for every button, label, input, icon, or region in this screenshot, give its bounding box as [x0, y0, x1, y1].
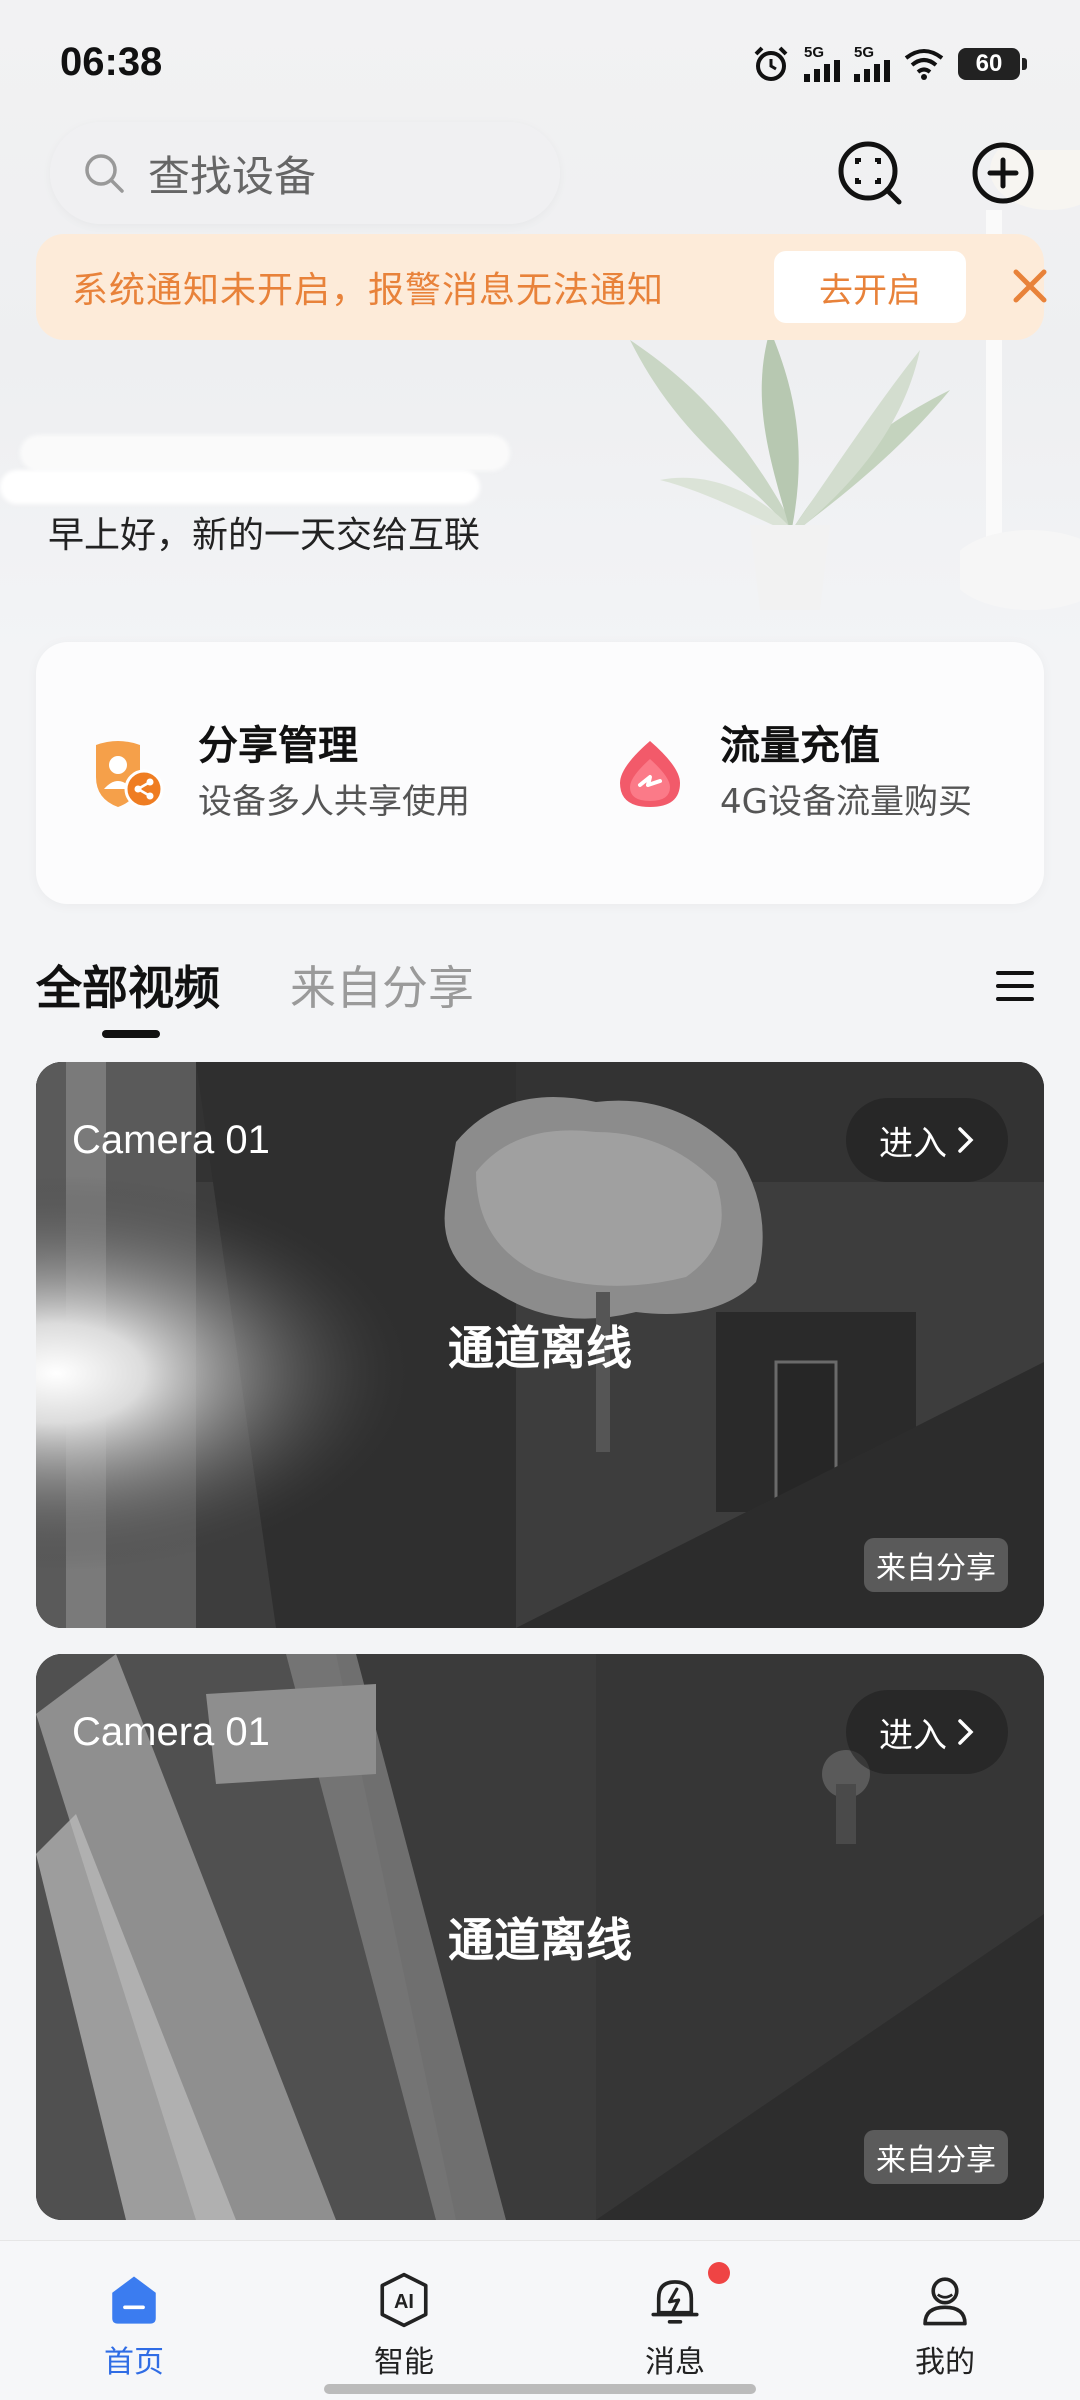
alarm-clock-icon [754, 46, 788, 81]
traffic-recharge-subtitle: 4G设备流量购买 [720, 782, 972, 822]
traffic-recharge-button[interactable]: 流量充值 4G设备流量购买 [610, 718, 972, 828]
add-device-icon[interactable] [968, 138, 1038, 208]
camera-card[interactable]: Camera 01 进入 通道离线 来自分享 [36, 1654, 1044, 2220]
notification-banner: 系统通知未开启，报警消息无法通知 去开启 [36, 234, 1047, 340]
enter-label: 进入 [879, 1715, 947, 1756]
redaction-mark [0, 470, 480, 504]
tab-from-share[interactable]: 来自分享 [290, 958, 474, 1018]
bottom-navigation: 首页 AI 智能 消息 我的 [0, 2240, 1080, 2400]
close-icon[interactable] [1010, 266, 1050, 306]
svg-text:AI: AI [394, 2291, 414, 2313]
home-icon [112, 2276, 156, 2324]
share-shield-icon [96, 741, 164, 809]
traffic-drop-icon [620, 741, 680, 807]
nav-profile-label: 我的 [915, 2345, 975, 2380]
share-management-button[interactable]: 分享管理 设备多人共享使用 [88, 718, 470, 828]
search-icon [85, 154, 124, 193]
status-icons: 5G 5G 60 [752, 44, 1027, 84]
share-management-subtitle: 设备多人共享使用 [198, 782, 470, 822]
share-management-title: 分享管理 [198, 723, 358, 769]
profile-icon [923, 2277, 967, 2326]
quick-actions-card: 分享管理 设备多人共享使用 流量充值 4G设备流量购买 [36, 642, 1044, 904]
shared-badge: 来自分享 [864, 1538, 1008, 1592]
nav-home[interactable]: 首页 [34, 2271, 234, 2381]
message-badge [708, 2262, 730, 2284]
redaction-mark [20, 435, 510, 471]
channel-offline-status: 通道离线 [448, 1913, 632, 1967]
camera-name: Camera 01 [72, 1118, 270, 1162]
camera-name: Camera 01 [72, 1710, 270, 1754]
shared-badge: 来自分享 [864, 2130, 1008, 2184]
status-bar: 06:38 5G 5G 60 [0, 0, 1080, 120]
battery-indicator: 60 [958, 48, 1027, 80]
greeting-text: 早上好，新的一天交给互联 [48, 515, 481, 556]
enter-camera-button[interactable]: 进入 [846, 1690, 1008, 1774]
nav-profile[interactable]: 我的 [845, 2271, 1045, 2381]
enable-notification-button[interactable]: 去开启 [774, 251, 966, 323]
tab-all-videos[interactable]: 全部视频 [36, 958, 220, 1018]
search-input[interactable]: 查找设备 [50, 122, 560, 224]
user-name-redacted [0, 415, 520, 515]
nav-home-label: 首页 [104, 2345, 164, 2380]
home-indicator [324, 2384, 756, 2394]
traffic-recharge-title: 流量充值 [720, 723, 880, 769]
signal-2: 5G [854, 44, 890, 82]
signal-bars-icon [854, 60, 890, 82]
chevron-right-icon [958, 1719, 974, 1745]
nav-messages-label: 消息 [645, 2345, 705, 2380]
wifi-icon [904, 49, 944, 80]
scan-icon[interactable] [835, 138, 905, 208]
alarm-bell-icon [651, 2280, 699, 2324]
nav-smart[interactable]: AI 智能 [304, 2271, 504, 2381]
enter-camera-button[interactable]: 进入 [846, 1098, 1008, 1182]
enter-label: 进入 [879, 1123, 947, 1164]
signal-1: 5G [804, 44, 840, 82]
tab-indicator [102, 1030, 160, 1038]
status-time: 06:38 [60, 40, 163, 84]
chevron-right-icon [958, 1127, 974, 1153]
signal-1-label: 5G [804, 44, 825, 61]
nav-messages[interactable]: 消息 [575, 2271, 775, 2381]
plant-decoration [630, 330, 950, 610]
menu-icon[interactable] [994, 966, 1036, 1006]
signal-bars-icon [804, 60, 840, 82]
nav-smart-label: 智能 [374, 2345, 434, 2380]
notification-text: 系统通知未开启，报警消息无法通知 [72, 270, 665, 311]
camera-card[interactable]: Camera 01 进入 通道离线 来自分享 [36, 1062, 1044, 1628]
lamp-decoration [960, 150, 1080, 610]
channel-offline-status: 通道离线 [448, 1321, 632, 1375]
search-placeholder: 查找设备 [148, 151, 317, 201]
signal-2-label: 5G [854, 44, 875, 61]
ai-shield-icon: AI [380, 2272, 428, 2328]
